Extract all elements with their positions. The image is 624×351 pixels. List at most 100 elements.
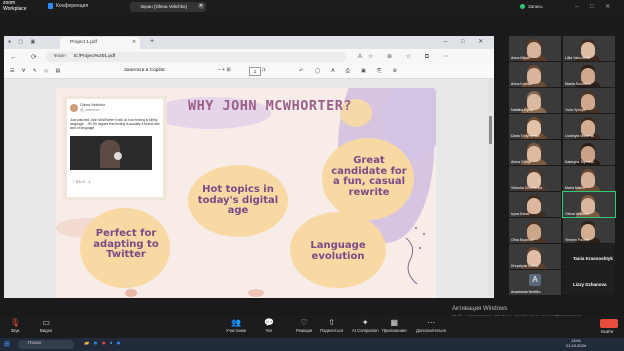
participant-name: Liliia Yakovlieva	[565, 56, 591, 60]
participant-name: Tania Krasnoshtyk	[573, 256, 613, 261]
leave-label: Выйти	[601, 329, 614, 334]
copilot-button[interactable]: Запитати в Copilot	[124, 68, 165, 73]
tweet-author: Olena Velichko	[80, 103, 106, 107]
toolbar-приложения-button[interactable]: ▦ Приложения	[382, 318, 407, 333]
toolbar-дополнительно-button[interactable]: ⋯ Дополнительно	[416, 318, 446, 333]
toolbar-icon: ⇧	[328, 318, 335, 327]
participant-name: Iryna Kobal	[511, 212, 530, 216]
participant-name: Yulia Vynnyk	[565, 108, 586, 112]
toolbar-label: Звук	[10, 328, 20, 333]
toolbar-label: Приложения	[382, 328, 407, 333]
taskbar-search[interactable]	[18, 340, 74, 349]
avatar: A	[529, 274, 541, 286]
participant-name: Anna Kushko	[511, 82, 533, 86]
participant-tile[interactable]: Anna Kushko	[509, 62, 561, 87]
toolbar-label: Чат	[265, 328, 273, 333]
participant-tile[interactable]: Nataliia Dynia	[509, 88, 561, 113]
browser-toolbar-icons[interactable]: A☆ ⊕ ☆ ⧉ ⋯	[358, 53, 455, 61]
toolbar-ai-companion-button[interactable]: ✦ AI Companion	[352, 318, 379, 333]
card-perfect-twitter: Perfect for adapting to Twitter	[93, 228, 159, 260]
toolbar-видео-button[interactable]: ▭ Видео	[40, 318, 52, 333]
participant-name: Liudmyla Motorna	[565, 134, 594, 138]
participant-name: Maria Mazur	[565, 186, 585, 190]
taskbar-apps[interactable]: ▰●●▪●	[84, 339, 125, 347]
toolbar-label: Реакции	[296, 328, 313, 333]
zoom-app-icon[interactable]: ●	[116, 340, 124, 347]
participant-name: Yevhen Pavliuk	[565, 238, 590, 242]
toolbar-участники-button[interactable]: 👥 Участники	[226, 318, 246, 333]
participant-name: Kateryna Tsymbal	[565, 160, 594, 164]
activation-watermark-title: Активация Windows	[452, 306, 508, 312]
stop-share-button[interactable]: ✕	[198, 3, 204, 9]
recording-label[interactable]: Запись	[528, 4, 543, 9]
url-text[interactable]: E:/Project%201.pdf	[74, 54, 115, 59]
participant-tile[interactable]: A Anastasiia Nedilko	[509, 270, 561, 295]
toolbar-icon: 🎙	[10, 318, 21, 327]
participant-name: Viktoriia Chernenko	[511, 186, 543, 190]
participant-name: Nataliia Dynia	[511, 108, 534, 112]
participant-tile[interactable]: Olha Boychuk	[509, 218, 561, 243]
taskbar-clock[interactable]: 13:01 21.10.2024	[566, 338, 587, 348]
participant-tile[interactable]: Viktoriia Chernenko	[509, 166, 561, 191]
toolbar-icon: ✦	[361, 318, 369, 327]
avatar	[70, 104, 78, 112]
participant-name: Khrystyna Lesiuk	[511, 264, 539, 268]
toolbar-реакции-button[interactable]: ♡ Реакции	[296, 318, 312, 333]
meeting-label[interactable]: Конференция	[56, 3, 88, 9]
pdf-tools-right[interactable]: ↶ ◯ A ⎙ ▣ ⎘ ⚙	[299, 68, 402, 74]
toolbar-label: Поделиться	[320, 328, 344, 333]
scrollbar[interactable]	[488, 80, 493, 297]
tab-actions[interactable]: ● ▢ ▣	[8, 39, 38, 45]
participant-name: Anastasiia Nedilko	[511, 290, 541, 294]
zoom-window-controls[interactable]: – □ ✕	[575, 3, 615, 10]
toolbar-поделиться-button[interactable]: ⇧ Поделиться	[320, 318, 343, 333]
participant-tile[interactable]: Liliia Yakovlieva	[563, 36, 615, 61]
page-number-input[interactable]: 1	[249, 67, 261, 76]
file-protocol-label: Файл	[54, 54, 66, 59]
scrollbar-thumb[interactable]	[489, 116, 492, 144]
zoom-controls[interactable]: – + ⊞	[218, 67, 231, 73]
toolbar-звук-button[interactable]: 🎙 Звук	[10, 318, 20, 333]
participants-gallery: Anna Bilyak Liliia Yakovlieva Anna Kushko M…	[509, 36, 617, 298]
participant-name: Mariia Sokolova	[565, 82, 591, 86]
zoom-logo-line2: Workplace	[3, 5, 27, 12]
toolbar-icon: ♡	[300, 318, 308, 327]
toolbar-чат-button[interactable]: 💬 Чат	[264, 318, 274, 333]
participant-tile[interactable]: Yevhen Pavliuk	[563, 218, 615, 243]
leave-button[interactable]	[600, 319, 618, 328]
pdf-tools-left[interactable]: ☰ ∀ ✎ ◇ ▤	[10, 68, 63, 74]
participant-tile[interactable]: Liudmyla Motorna	[563, 114, 615, 139]
participant-tile[interactable]: Anna Bilyak	[509, 36, 561, 61]
tweet-body: Just watched John McWhorter's talk on ho…	[70, 118, 160, 130]
tweet-handle: @_velichkoo	[80, 108, 100, 112]
tab-title: Project 1.pdf	[70, 40, 97, 45]
page-count: /1	[262, 68, 267, 73]
participant-tile[interactable]: Olena Velichko	[562, 191, 616, 218]
participant-tile[interactable]: Tania Krasnoshtyk	[563, 244, 615, 269]
browser-window-controls[interactable]: – □ ✕	[444, 38, 489, 45]
new-tab-button[interactable]: +	[150, 38, 154, 45]
nav-buttons[interactable]: ← ⟳	[10, 53, 43, 61]
participant-tile[interactable]: Mariia Sokolova	[563, 62, 615, 87]
participant-tile[interactable]: Lizzy Dzhanova	[563, 270, 615, 295]
participant-tile[interactable]: Maria Mazur	[563, 166, 615, 191]
participant-tile[interactable]: Kateryna Tsymbal	[563, 140, 615, 165]
windows-start-icon[interactable]: ⊞	[4, 340, 10, 348]
participant-name: Olha Boychuk	[511, 238, 534, 242]
participant-tile[interactable]: Yulia Vynnyk	[563, 88, 615, 113]
slide-title: WHY JOHN MCWHORTER?	[188, 98, 352, 114]
participant-name: Daria Trofymenko	[511, 134, 540, 138]
participant-tile[interactable]: Khrystyna Lesiuk	[509, 244, 561, 269]
close-icon[interactable]: ✕	[132, 39, 136, 45]
folder-icon[interactable]: ▰	[84, 340, 93, 347]
toolbar-icon: ⋯	[427, 318, 436, 327]
participant-tile[interactable]: Iryna Kobal	[509, 192, 561, 217]
participant-tile[interactable]: Daria Trofymenko	[509, 114, 561, 139]
clock-date: 21.10.2024	[566, 342, 587, 348]
toolbar-label: AI Companion	[352, 328, 379, 333]
edge-icon[interactable]: ●	[93, 340, 101, 347]
toolbar-label: Видео	[40, 328, 53, 333]
chrome-icon[interactable]: ●	[102, 340, 110, 347]
tweet-stats: ♡ 5 ↻ 2 ◌ 1	[72, 180, 91, 184]
participant-tile[interactable]: Alena Fedyk	[509, 140, 561, 165]
